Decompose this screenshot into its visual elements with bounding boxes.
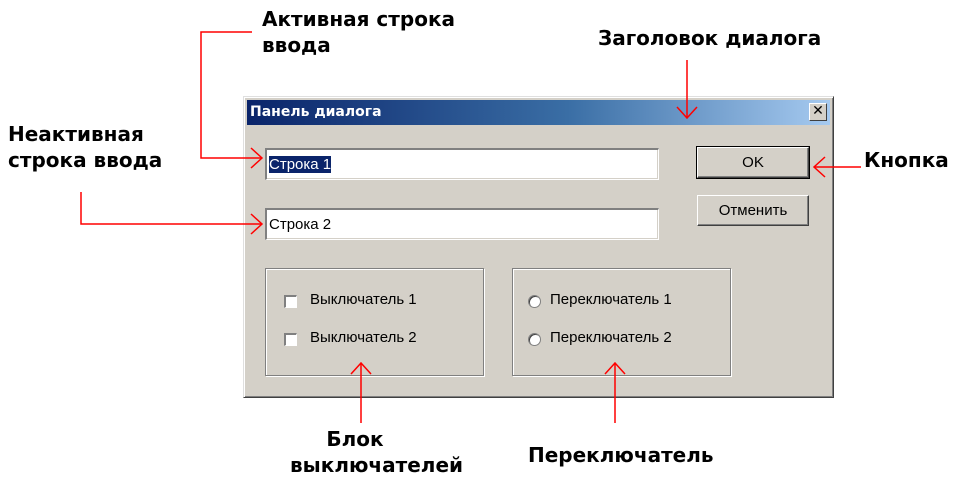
arrow-active-input: [200, 31, 262, 159]
callout-arrows: [80, 31, 861, 423]
arrow-inactive-input: [80, 192, 262, 225]
